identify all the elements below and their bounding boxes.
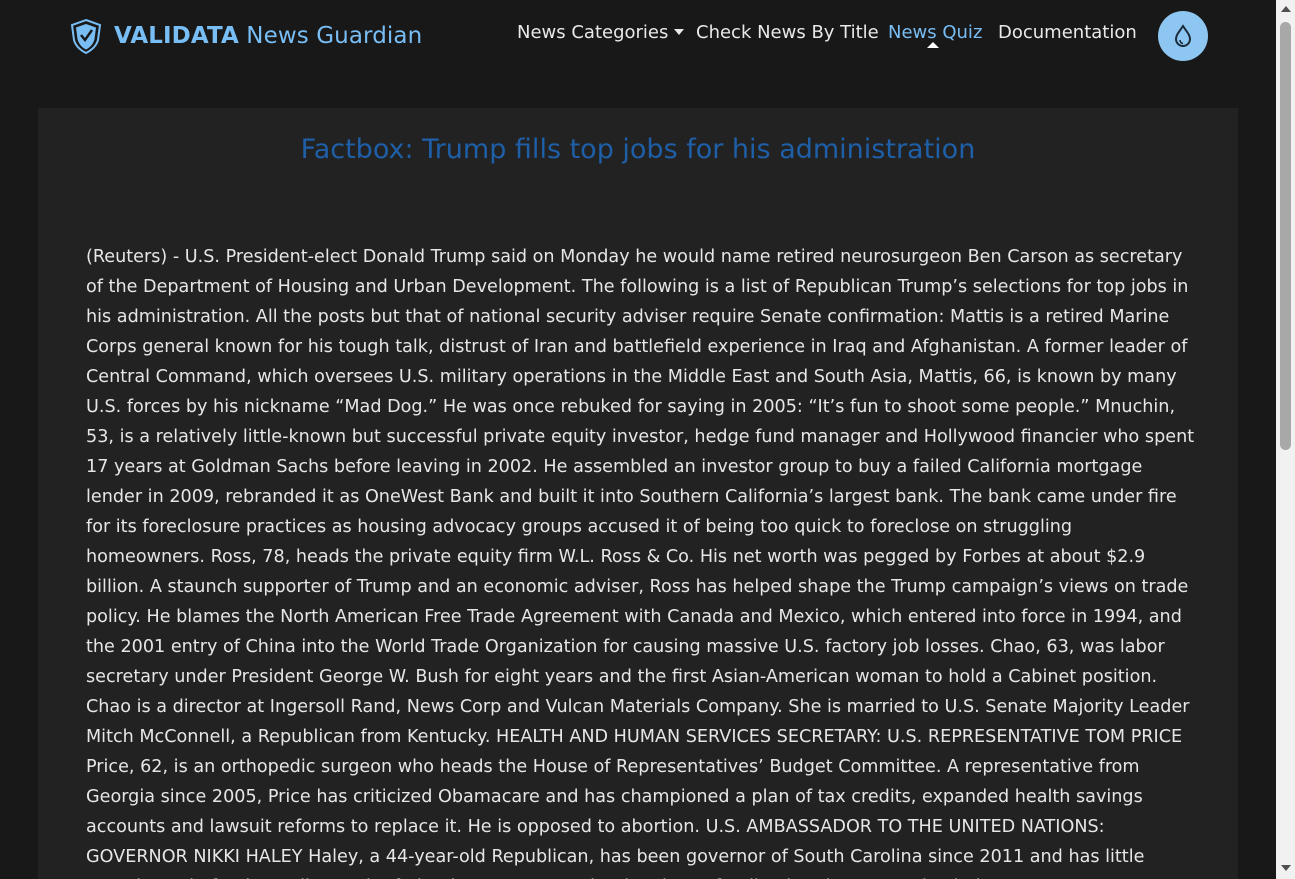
article-body: (Reuters) - U.S. President-elect Donald … <box>86 247 1195 879</box>
brand-name-bold: VALIDATA <box>114 23 239 49</box>
nav-news-categories-dropdown[interactable]: News Categories <box>517 22 685 43</box>
article-card: Factbox: Trump fills top jobs for his ad… <box>38 108 1238 879</box>
theme-toggle-button[interactable] <box>1158 11 1208 61</box>
caret-down-icon <box>674 29 685 35</box>
brand-name-rest: News Guardian <box>238 23 423 49</box>
page-scrollbar[interactable] <box>1276 0 1295 879</box>
scroll-up-arrow-icon[interactable] <box>1281 6 1291 12</box>
brand-logo-link[interactable]: VALIDATA News Guardian <box>68 18 422 54</box>
active-indicator-icon <box>927 42 939 48</box>
shield-icon <box>70 18 102 54</box>
article-title: Factbox: Trump fills top jobs for his ad… <box>300 134 976 165</box>
nav-news-quiz[interactable]: News Quiz <box>888 22 983 48</box>
nav-check-news-by-title[interactable]: Check News By Title <box>696 22 879 43</box>
nav-news-categories-label: News Categories <box>517 22 669 43</box>
brand-name: VALIDATA News Guardian <box>114 23 422 49</box>
nav-documentation[interactable]: Documentation <box>998 22 1137 43</box>
scroll-down-arrow-icon[interactable] <box>1281 865 1291 871</box>
top-navbar: VALIDATA News Guardian News Categories C… <box>0 0 1276 72</box>
water-drop-icon <box>1174 24 1192 47</box>
scrollbar-thumb[interactable] <box>1280 22 1291 450</box>
nav-news-quiz-label: News Quiz <box>888 22 983 43</box>
